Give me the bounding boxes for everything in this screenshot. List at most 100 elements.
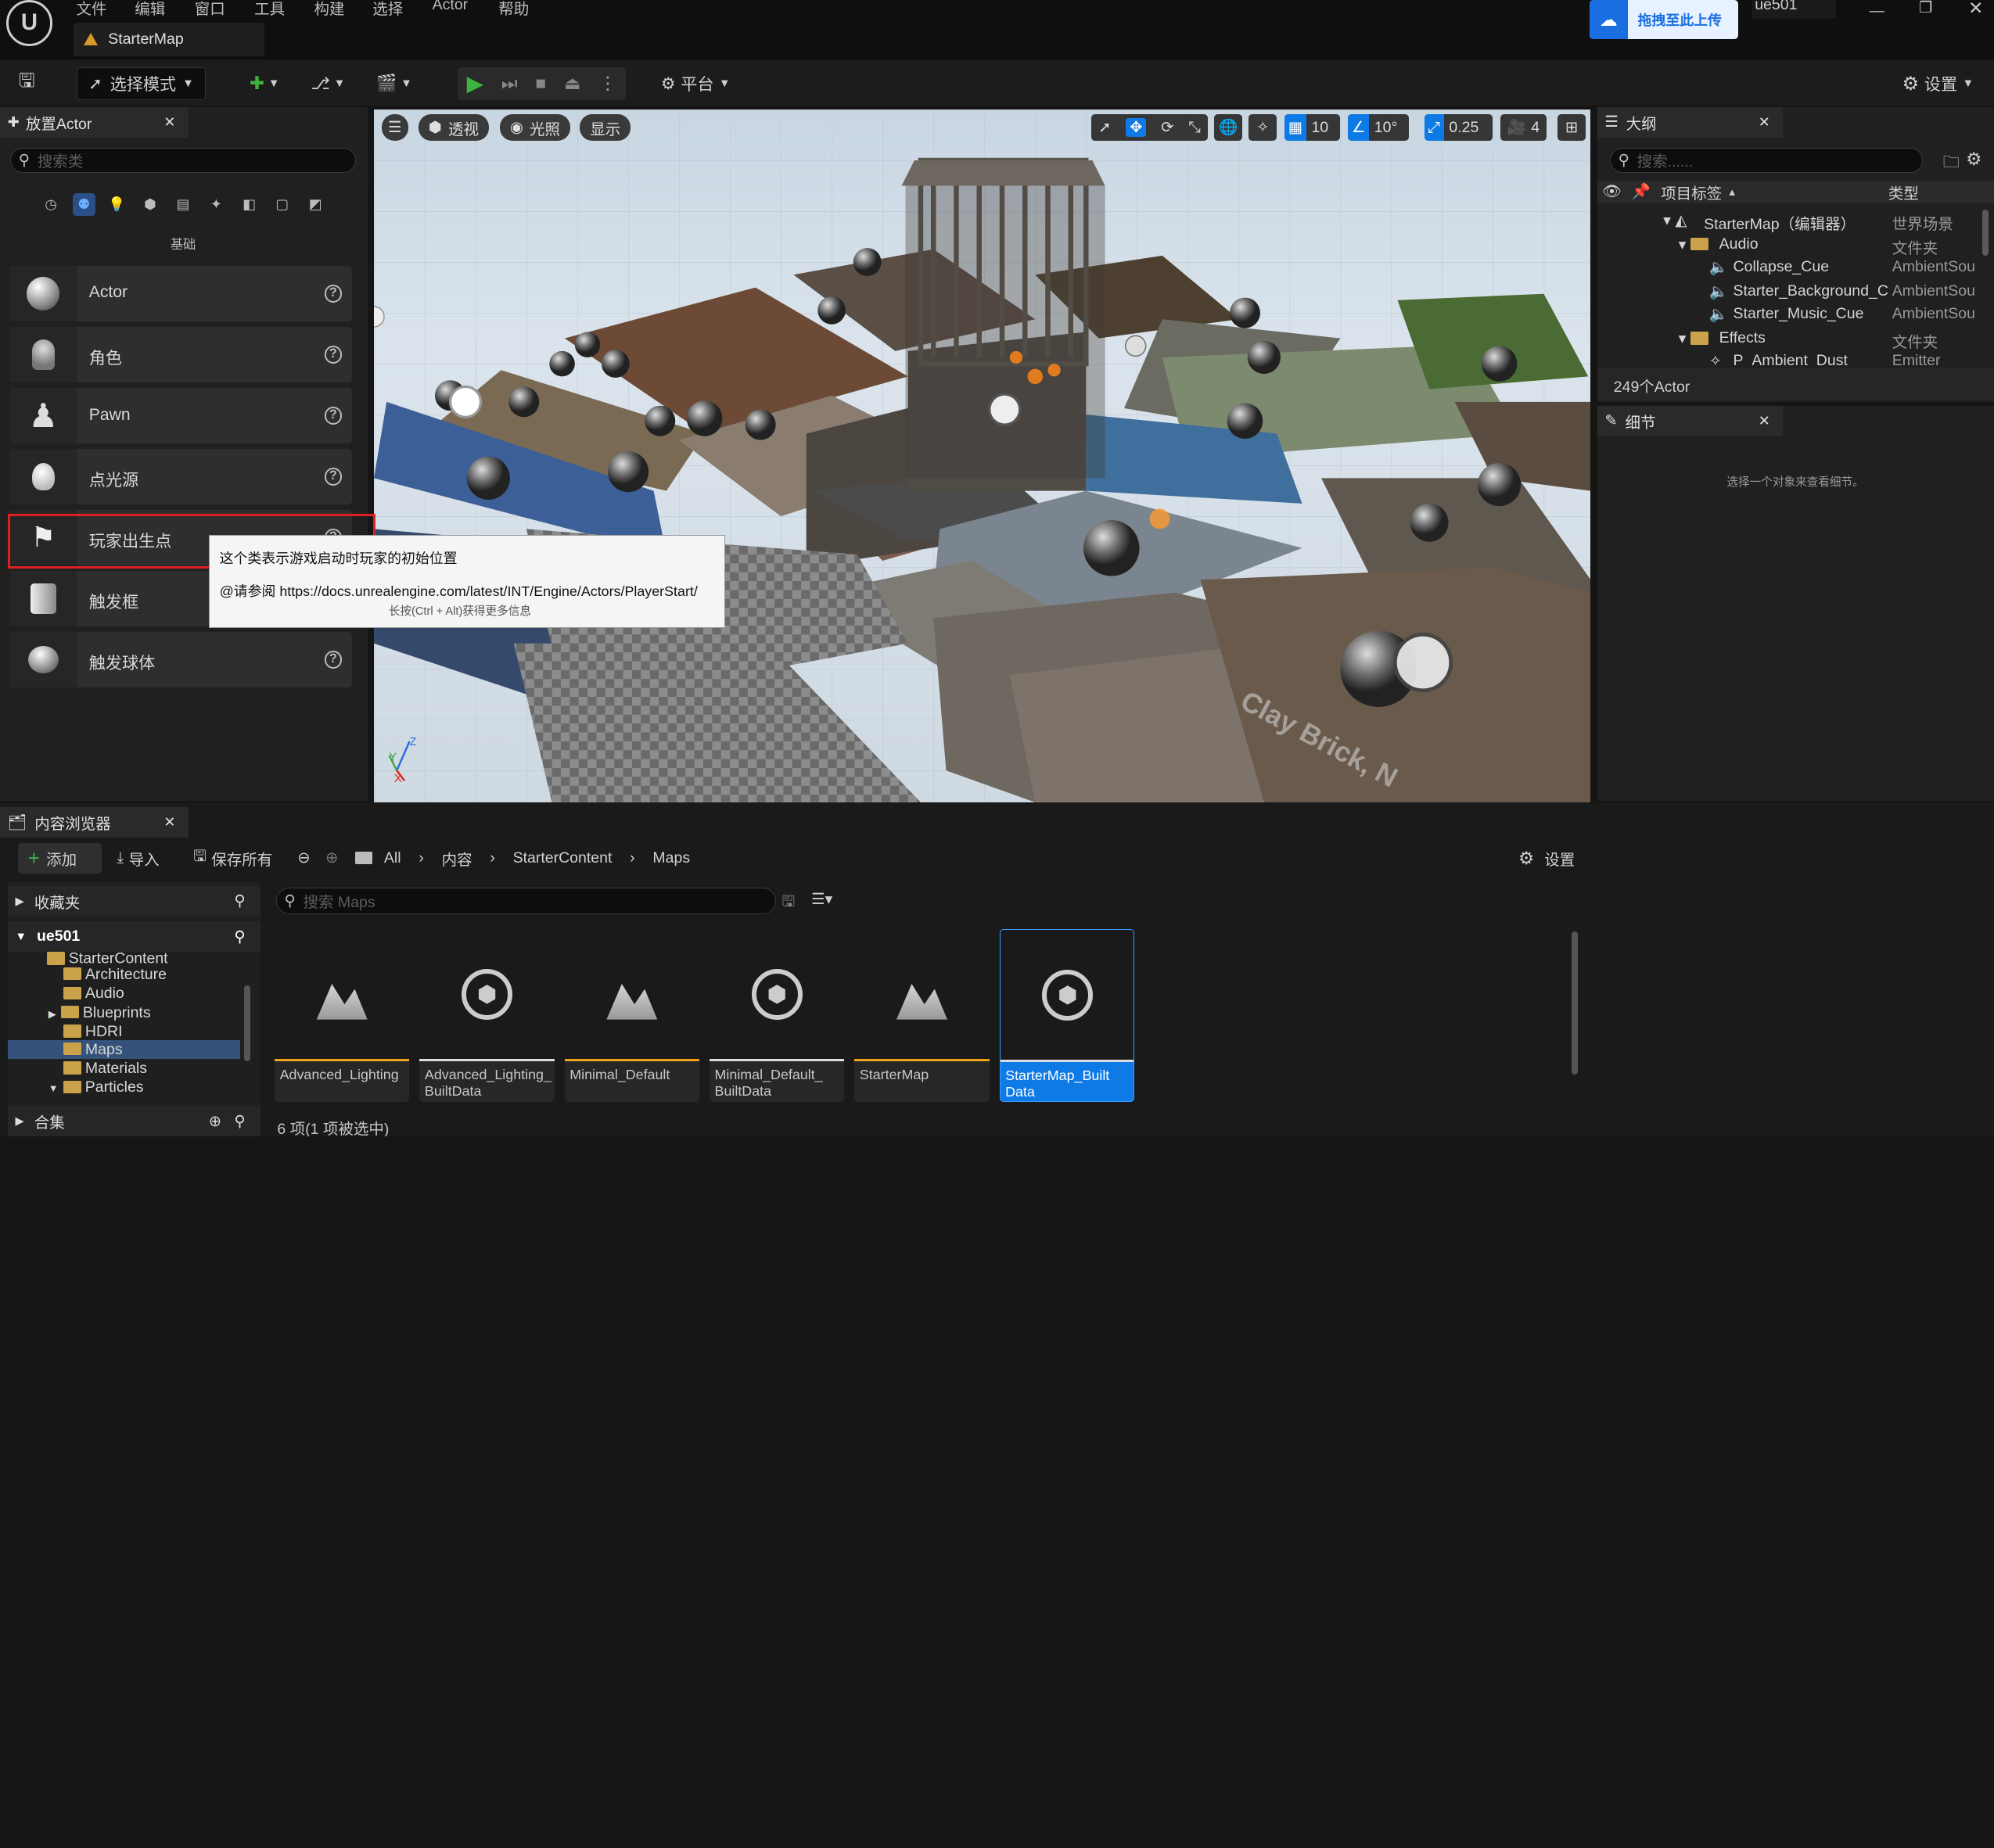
outliner-row-dust[interactable]: ✧ P_Ambient_Dust Emitter [1597,350,1994,364]
folder-particles[interactable]: ▼ Particles [49,1078,144,1096]
view-mode-perspective[interactable]: ⬢ 透视 [418,114,489,142]
view-mode-lighting[interactable]: ◉ 光照 [499,114,570,142]
search-icon[interactable]: ⚲ [234,1112,245,1131]
scrollbar[interactable] [1982,210,1989,256]
select-tool-icon[interactable]: ➚ [1098,118,1111,137]
scale-snap[interactable]: ⤢ 0.25 [1424,114,1493,142]
menu-window[interactable]: 窗口 [195,0,225,19]
all-classes-category-icon[interactable]: ◩ [304,193,326,216]
outliner-row-background[interactable]: 🔈 Starter_Background_C AmbientSou [1597,280,1994,303]
asset-scrollbar[interactable] [1572,931,1579,1075]
lights-category-icon[interactable]: 💡 [106,193,128,216]
actor-item-pawn[interactable]: ♟ Pawn ? [10,387,353,444]
geometry-category-icon[interactable]: ◧ [238,193,260,216]
menu-tools[interactable]: 工具 [254,0,285,19]
outliner-row-music[interactable]: 🔈 Starter_Music_Cue AmbientSou [1597,303,1994,325]
more-icon[interactable]: ⋮ [598,73,616,94]
outliner-search[interactable]: ⚲ 搜索...... [1609,147,1923,174]
grid-snap[interactable]: ▦ 10 [1284,114,1341,142]
gear-icon[interactable]: ⚙ [1966,149,1981,170]
add-button[interactable]: + 添加 [17,842,102,874]
content-browser-tab[interactable]: 🗂 内容浏览器 ✕ [0,807,189,838]
help-icon[interactable]: ? [324,407,343,425]
translate-tool-icon[interactable]: ✥ [1126,118,1147,138]
outliner-row-effects[interactable]: ▾ Effects 文件夹 [1597,327,1994,351]
upload-button[interactable]: ☁ 拖拽至此上传 [1589,0,1739,40]
collections-header[interactable]: ▶ 合集 ⊕ ⚲ [7,1106,261,1137]
asset-tile-advanced-lighting[interactable]: Advanced_Lighting [275,929,410,1103]
project-header[interactable]: ▼ ue501 ⚲ [7,921,261,953]
close-tab-icon[interactable]: ✕ [1759,114,1770,131]
folder-materials[interactable]: Materials [63,1059,147,1078]
folder-blueprints[interactable]: ▶ Blueprints [49,1003,151,1022]
close-tab-icon[interactable]: ✕ [1759,413,1770,429]
filter-icon[interactable]: ☰▾ [811,890,832,909]
asset-tile-advanced-lighting-builtdata[interactable]: ⬢ Advanced_Lighting_ BuiltData [419,929,555,1103]
eject-icon[interactable]: ⏏ [564,73,581,94]
details-tab[interactable]: ✎ 细节 ✕ [1597,405,1783,436]
close-button[interactable]: ✕ [1968,0,1983,19]
tree-scrollbar[interactable] [244,985,251,1062]
help-icon[interactable]: ? [324,285,343,303]
world-local-toggle[interactable]: 🌐 [1214,114,1243,142]
actor-item-trigger-sphere[interactable]: 触发球体 ? [10,631,353,688]
forward-button[interactable]: ⊕ [325,843,338,874]
folder-architecture[interactable]: Architecture [63,965,167,984]
col-item-label[interactable]: 项目标签 [1661,181,1722,203]
help-icon[interactable]: ? [324,651,343,669]
folder-startercontent[interactable]: StarterContent [47,952,168,965]
folder-audio[interactable]: Audio [63,984,124,1003]
menu-help[interactable]: 帮助 [498,0,529,19]
minimize-button[interactable]: — [1869,2,1884,20]
close-tab-icon[interactable]: ✕ [163,814,175,831]
angle-snap[interactable]: ∠ 10° [1348,114,1410,142]
add-content-button[interactable]: ✚ ▼ [242,67,288,100]
show-flags-button[interactable]: 显示 [580,114,631,142]
play-icon[interactable]: ▶ [467,70,483,96]
asset-tile-minimal-default-builtdata[interactable]: ⬢ Minimal_Default_ BuiltData [710,929,845,1103]
save-all-button[interactable]: 🖫 保存所有 [193,843,272,874]
rotate-tool-icon[interactable]: ⟳ [1161,118,1173,137]
menu-edit[interactable]: 编辑 [135,0,165,19]
folder-maps[interactable]: Maps [7,1039,241,1060]
favorites-header[interactable]: ▶ 收藏夹 ⚲ [7,885,261,917]
breadcrumb-content[interactable]: 内容 [442,847,472,870]
place-actor-search[interactable]: ⚲ 搜索类 [10,147,357,174]
scale-tool-icon[interactable]: ⤡ [1188,119,1201,137]
outliner-row-audio[interactable]: ▾ Audio 文件夹 [1597,232,1994,257]
actor-item-point-light[interactable]: 点光源 ? [10,448,353,505]
menu-select[interactable]: 选择 [372,0,403,19]
save-icon[interactable]: 🖫 [13,67,41,100]
eye-icon[interactable]: 👁 [1602,182,1622,201]
outliner-row-world[interactable]: ▾ ◭ StarterMap（编辑器） 世界场景 [1597,209,1994,233]
platform-dropdown[interactable]: ⚙ 平台 ▼ [655,67,736,100]
viewport-menu-button[interactable]: ☰ [381,114,408,142]
col-type[interactable]: 类型 [1888,181,1919,203]
maximize-button[interactable]: ❐ [1919,0,1932,17]
settings-dropdown[interactable]: ⚙ 设置 ▼ [1897,67,1978,100]
actor-item-actor[interactable]: Actor ? [10,265,353,322]
actor-item-character[interactable]: 角色 ? [10,326,353,383]
select-mode-dropdown[interactable]: ➚ 选择模式 ▼ [76,66,207,100]
tooltip-doc-link[interactable]: @请参阅 https://docs.unrealengine.com/lates… [220,580,698,601]
import-button[interactable]: ⤓ 导入 [117,843,160,874]
breadcrumb-startercontent[interactable]: StarterContent [513,849,613,867]
visual-effects-category-icon[interactable]: ✦ [205,193,228,216]
menu-file[interactable]: 文件 [77,0,107,19]
breadcrumb-all[interactable]: All [384,849,401,867]
asset-tile-minimal-default[interactable]: Minimal_Default [564,929,700,1103]
unreal-logo-icon[interactable]: U [6,0,52,46]
recent-icon[interactable]: ◷ [39,193,62,216]
stop-icon[interactable]: ■ [535,73,546,94]
folder-hdri[interactable]: HDRI [63,1022,123,1041]
asset-tile-startermap[interactable]: StarterMap [854,929,990,1103]
pin-icon[interactable]: 📌 [1632,182,1651,201]
layout-button[interactable]: ⊞ [1557,114,1586,142]
level-tab[interactable]: StarterMap [74,23,265,56]
cinematic-category-icon[interactable]: ▤ [171,193,194,216]
outliner-tab[interactable]: ☰ 大纲 ✕ [1597,106,1783,138]
place-actor-tab[interactable]: ✚ 放置Actor ✕ [0,106,189,138]
basic-category-icon[interactable]: ⚉ [72,193,95,217]
help-icon[interactable]: ? [324,468,343,486]
step-icon[interactable]: ⏭ [501,73,517,94]
